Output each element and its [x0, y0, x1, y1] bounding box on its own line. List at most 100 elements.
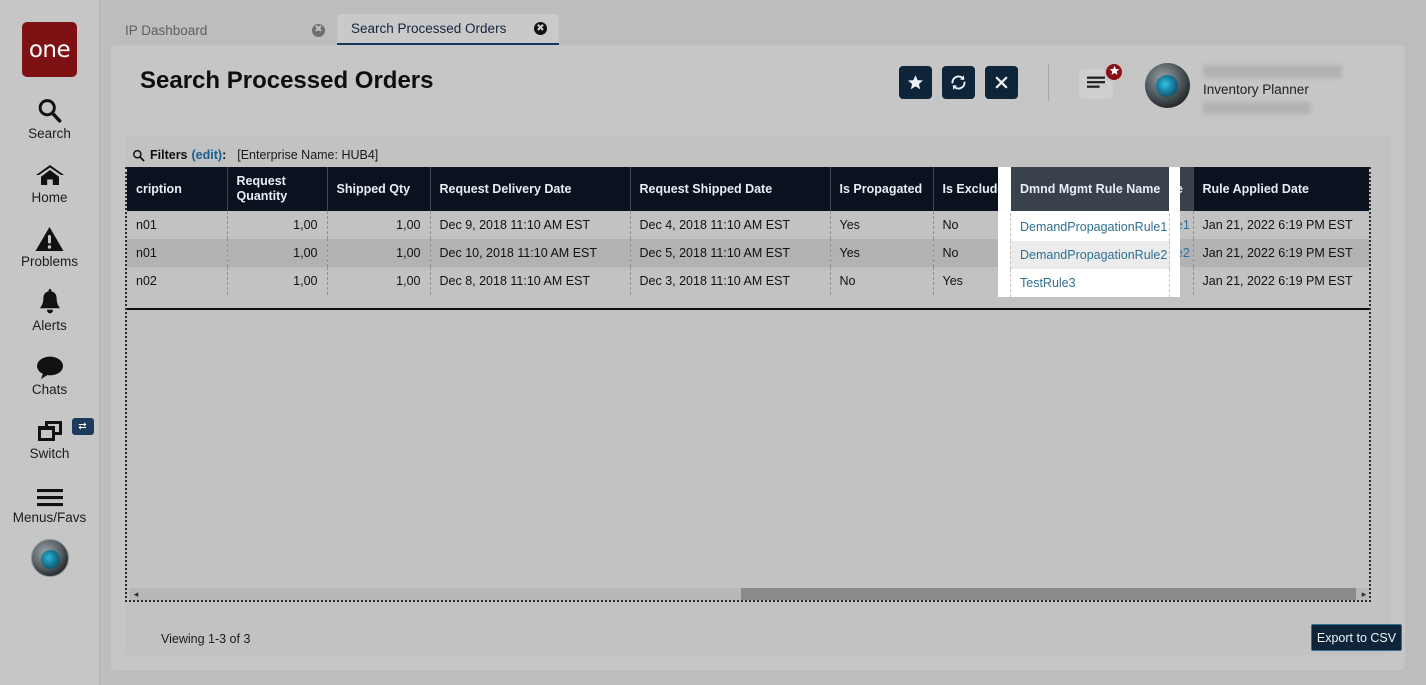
page-title: Search Processed Orders — [140, 67, 434, 94]
search-icon — [132, 149, 145, 162]
scroll-right-arrow[interactable]: ▸ — [1357, 588, 1369, 600]
table-header-row: cription Request Quantity Shipped Qty Reque… — [127, 167, 1369, 211]
rule-name-link[interactable]: TestRule3 — [1033, 267, 1194, 295]
user-avatar[interactable] — [1145, 63, 1190, 108]
page-header: Search Processed Orders Inventory Planne… — [111, 45, 1405, 118]
table-head: cription Request Quantity Shipped Qty Reque… — [127, 167, 1369, 211]
tab-strip: IP Dashboard ✖ Search Processed Orders ✖ — [111, 14, 559, 46]
table-cell: No — [933, 239, 1034, 267]
table-cell: Dec 10, 2018 11:10 AM EST — [430, 239, 631, 267]
star-icon — [1109, 65, 1120, 79]
refresh-icon — [949, 73, 968, 92]
favorite-button[interactable] — [899, 66, 932, 99]
table-header-cell[interactable]: Rule Applied Date — [1193, 167, 1369, 211]
star-icon — [907, 74, 924, 91]
tab-close-icon[interactable]: ✖ — [312, 23, 325, 37]
rail-user-avatar[interactable] — [30, 539, 69, 577]
page-card: Search Processed Orders Inventory Planne… — [111, 45, 1405, 670]
redacted-user-name — [1203, 65, 1342, 78]
tab-label: IP Dashboard — [125, 22, 208, 38]
left-nav-rail: one Search Home Problems Alerts Chats ⇄ … — [0, 0, 100, 685]
scroll-left-arrow[interactable]: ◂ — [129, 588, 143, 600]
user-role: Inventory Planner — [1203, 82, 1309, 97]
brand-logo[interactable]: one — [22, 22, 77, 77]
search-icon — [36, 94, 63, 124]
tab-close-icon[interactable]: ✖ — [534, 22, 547, 35]
chat-bubble-icon — [35, 350, 65, 380]
table-cell: 1,00 — [327, 239, 431, 267]
table-cell: Yes — [933, 267, 1034, 295]
table-header-cell[interactable]: Is Excluded — [933, 167, 1034, 211]
main-shell: IP Dashboard ✖ Search Processed Orders ✖… — [100, 0, 1426, 685]
sidebar-item-search[interactable]: Search — [0, 94, 100, 141]
table-header-cell[interactable]: Dmnd Mgmt Rule Name — [1033, 167, 1194, 211]
hamburger-icon — [1087, 75, 1105, 94]
sidebar-item-menus-favs[interactable]: Menus/Favs — [0, 478, 100, 525]
filters-label: Filters — [150, 148, 188, 162]
brand-logo-text: one — [28, 36, 71, 63]
table-cell: 1,00 — [227, 267, 328, 295]
table-cell: n01 — [127, 239, 228, 267]
close-button[interactable] — [985, 66, 1018, 99]
table-header-cell[interactable]: Shipped Qty — [327, 167, 431, 211]
table-row[interactable]: n01 1,00 1,00 Dec 10, 2018 11:10 AM EST Dec … — [127, 239, 1369, 267]
windows-stack-icon — [35, 414, 65, 444]
table-cell: 1,00 — [327, 267, 431, 295]
sidebar-item-chats[interactable]: Chats — [0, 350, 100, 397]
bell-icon — [37, 286, 63, 316]
sidebar-item-label: Home — [31, 190, 68, 205]
filters-bar: Filters (edit) : [Enterprise Name: HUB4] — [132, 148, 378, 162]
sidebar-item-switch[interactable]: ⇄ Switch — [0, 414, 100, 461]
close-x-icon — [994, 75, 1009, 90]
hamburger-icon — [35, 478, 65, 508]
table-cell: 1,00 — [227, 239, 328, 267]
filters-value: [Enterprise Name: HUB4] — [237, 148, 379, 162]
table-cell: Dec 5, 2018 11:10 AM EST — [630, 239, 831, 267]
warning-triangle-icon — [35, 222, 64, 252]
table-header-cell[interactable]: Request Delivery Date — [430, 167, 631, 211]
sidebar-item-home[interactable]: Home — [0, 158, 100, 205]
table-header-cell[interactable]: Request Shipped Date — [630, 167, 831, 211]
sidebar-item-label: Problems — [20, 254, 79, 269]
table-cell: 1,00 — [327, 211, 431, 239]
table-cell: Dec 4, 2018 11:10 AM EST — [630, 211, 831, 239]
filters-edit-link[interactable]: (edit) — [192, 148, 223, 162]
table-cell: 1,00 — [227, 211, 328, 239]
table-row[interactable]: n01 1,00 1,00 Dec 9, 2018 11:10 AM EST Dec 4… — [127, 211, 1369, 239]
table-cell: Jan 21, 2022 6:19 PM EST — [1193, 239, 1369, 267]
table-cell: Jan 21, 2022 6:19 PM EST — [1193, 211, 1369, 239]
results-table-container: cription Request Quantity Shipped Qty Reque… — [125, 167, 1371, 602]
menus-favs-badge[interactable] — [1104, 62, 1124, 82]
scrollbar-track[interactable] — [143, 588, 1357, 600]
export-to-csv-button[interactable]: Export to CSV — [1311, 624, 1402, 651]
table-row[interactable]: n02 1,00 1,00 Dec 8, 2018 11:10 AM EST Dec 3… — [127, 267, 1369, 295]
table-body: n01 1,00 1,00 Dec 9, 2018 11:10 AM EST Dec 4… — [127, 211, 1369, 295]
tab-ip-dashboard[interactable]: IP Dashboard ✖ — [111, 14, 337, 46]
tab-search-processed-orders[interactable]: Search Processed Orders ✖ — [337, 14, 559, 46]
table-header-cell[interactable]: Request Quantity — [227, 167, 328, 211]
table-header-cell[interactable]: Is Propagated — [830, 167, 934, 211]
sidebar-item-label: Switch — [29, 446, 70, 461]
header-action-buttons — [899, 66, 1018, 99]
table-header-cell[interactable]: cription — [127, 167, 228, 211]
redacted-user-org — [1203, 102, 1311, 114]
filters-colon: : — [222, 148, 227, 162]
horizontal-scrollbar[interactable]: ◂ ▸ — [129, 588, 1369, 600]
results-table: cription Request Quantity Shipped Qty Reque… — [127, 167, 1369, 295]
table-cell: Yes — [830, 239, 934, 267]
rule-name-link[interactable]: DemandPropagationRule1 — [1033, 211, 1194, 239]
sidebar-item-label: Menus/Favs — [12, 510, 87, 525]
sidebar-item-label: Alerts — [32, 318, 67, 333]
table-cell: Jan 21, 2022 6:19 PM EST — [1193, 267, 1369, 295]
table-cell: Yes — [830, 211, 934, 239]
rule-name-link[interactable]: DemandPropagationRule2 — [1033, 239, 1194, 267]
refresh-button[interactable] — [942, 66, 975, 99]
home-icon — [35, 158, 65, 188]
table-cell: No — [933, 211, 1034, 239]
sidebar-item-alerts[interactable]: Alerts — [0, 286, 100, 333]
viewing-count: Viewing 1-3 of 3 — [161, 632, 251, 646]
scrollbar-thumb[interactable] — [741, 588, 1356, 600]
user-meta: Inventory Planner — [1203, 65, 1373, 114]
switch-badge[interactable]: ⇄ — [71, 418, 94, 435]
sidebar-item-problems[interactable]: Problems — [0, 222, 100, 269]
